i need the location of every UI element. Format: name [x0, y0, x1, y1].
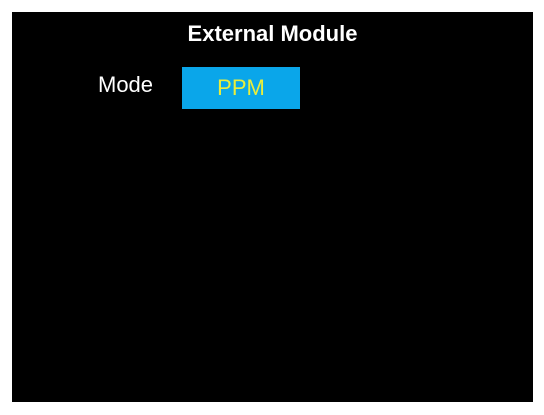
- radio-screen: External Module Mode PPM: [12, 12, 533, 402]
- mode-label: Mode: [98, 72, 154, 97]
- mode-selector[interactable]: PPM: [182, 67, 300, 109]
- page-title: External Module: [187, 21, 358, 46]
